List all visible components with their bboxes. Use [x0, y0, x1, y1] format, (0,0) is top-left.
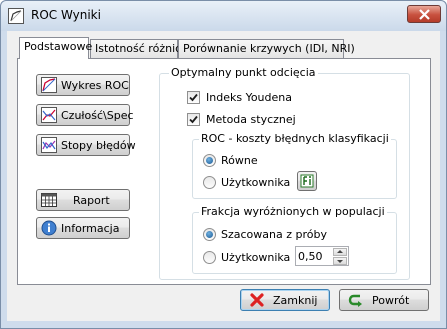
youden-index-label: Indeks Youdena — [206, 91, 292, 104]
prevalence-title: Frakcja wyróżnionych w populacji — [199, 205, 387, 218]
youden-index-checkbox[interactable] — [187, 91, 200, 104]
tab-porownanie-krzywych[interactable]: Porównanie krzywych (IDI, NRI) — [178, 39, 355, 58]
tab-istotnosc-roznic[interactable]: Istotność różnic — [90, 39, 181, 58]
checkmark-icon — [189, 115, 198, 124]
window-close-button[interactable] — [407, 5, 441, 23]
cost-editor-button[interactable] — [297, 171, 317, 191]
prevalence-value-input[interactable] — [298, 249, 332, 263]
title-bar: ROC Wyniki — [1, 1, 446, 31]
matrix-edit-icon — [300, 174, 314, 188]
window-title: ROC Wyniki — [31, 8, 101, 22]
green-arrow-icon — [348, 294, 362, 307]
stopy-bledow-label: Stopy błędów — [61, 138, 136, 152]
back-button[interactable]: Powrót — [339, 289, 429, 311]
informacja-button[interactable]: Informacja — [36, 217, 130, 239]
spin-down-icon[interactable] — [333, 257, 347, 265]
raport-label: Raport — [73, 193, 110, 207]
informacja-label: Informacja — [61, 221, 120, 235]
prevalence-sample-radio[interactable] — [203, 228, 216, 241]
close-icon — [419, 9, 430, 20]
prevalence-value-stepper[interactable] — [295, 246, 349, 266]
costs-user-label: Użytkownika — [221, 176, 291, 189]
close-button[interactable]: Zamknij — [240, 289, 330, 311]
prevalence-group: Frakcja wyróżnionych w populacji Szacowa… — [192, 205, 397, 274]
raport-button[interactable]: Raport — [36, 189, 130, 211]
close-button-label: Zamknij — [273, 293, 318, 307]
optimal-cutoff-title: Optymalny punkt odcięcia — [169, 66, 318, 79]
tangent-method-checkbox[interactable] — [187, 113, 200, 126]
roc-chart-icon — [41, 77, 57, 93]
back-button-label: Powrót — [372, 293, 410, 307]
roc-results-window: ROC Wyniki Podstawowe Istotność różnic P… — [0, 0, 447, 329]
optimal-cutoff-group: Optymalny punkt odcięcia Indeks Youdena … — [159, 66, 410, 280]
prevalence-sample-label: Szacowana z próby — [221, 228, 327, 241]
sensitivity-chart-icon — [41, 107, 57, 123]
czulosc-spec-button[interactable]: Czułość\Spec — [36, 104, 134, 126]
tab-page-podstawowe: Wykres ROC Czułość\Spec Stopy błędów Rap… — [17, 58, 431, 285]
wykres-roc-label: Wykres ROC — [61, 78, 129, 92]
tangent-method-label: Metoda stycznej — [206, 113, 296, 126]
table-grid-icon — [41, 193, 57, 207]
spin-up-icon[interactable] — [333, 248, 347, 256]
red-x-icon — [250, 293, 264, 307]
prevalence-user-label: Użytkownika — [221, 251, 291, 264]
misclassification-costs-group: ROC - koszty błędnych klasyfikacji Równe… — [192, 132, 397, 199]
stopy-bledow-button[interactable]: Stopy błędów — [36, 134, 136, 156]
prevalence-user-radio[interactable] — [203, 251, 216, 264]
tab-podstawowe[interactable]: Podstawowe — [19, 37, 92, 59]
costs-title: ROC - koszty błędnych klasyfikacji — [199, 132, 391, 145]
roc-curve-icon — [8, 8, 24, 24]
costs-user-radio[interactable] — [203, 176, 216, 189]
costs-equal-radio[interactable] — [203, 154, 216, 167]
dialog-client-area: Podstawowe Istotność różnic Porównanie k… — [7, 31, 440, 321]
info-icon — [41, 220, 57, 236]
checkmark-icon — [189, 93, 198, 102]
error-rates-chart-icon — [41, 137, 57, 153]
czulosc-spec-label: Czułość\Spec — [61, 108, 134, 122]
wykres-roc-button[interactable]: Wykres ROC — [36, 74, 130, 96]
costs-equal-label: Równe — [221, 154, 258, 167]
